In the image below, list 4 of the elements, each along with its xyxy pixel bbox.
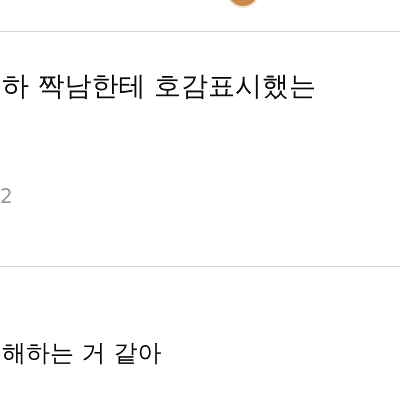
post-title: 하 짝남한테 호감표시했는 [1,70,318,104]
avatar-icon [226,0,260,8]
post-count: 2 [0,183,14,209]
comment-text: 해하는 거 같아 [1,338,162,369]
